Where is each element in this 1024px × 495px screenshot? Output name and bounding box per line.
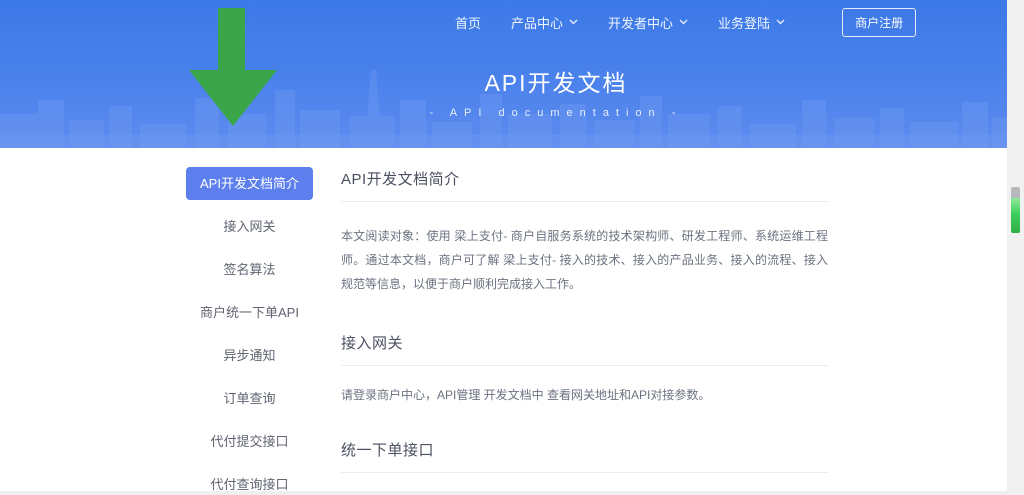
chevron-down-icon bbox=[569, 19, 578, 25]
nav-item-label: 产品中心 bbox=[511, 13, 563, 32]
sidebar-item-unified-order[interactable]: 商户统一下单API bbox=[186, 306, 313, 319]
intro-paragraph: 本文阅读对象：使用 梁上支付- 商户自服务系统的技术架构师、研发工程师、系统运维… bbox=[341, 224, 828, 296]
scrollbar-thumb[interactable] bbox=[1011, 187, 1020, 233]
scrollbar-thumb-green-indicator bbox=[1011, 198, 1020, 233]
nav-item-label: 开发者中心 bbox=[608, 13, 673, 32]
api-doc-page: 首页 产品中心 开发者中心 业务登陆 商户注册 bbox=[0, 0, 1024, 495]
scrollbar-track[interactable] bbox=[1007, 0, 1024, 495]
nav-item-label: 首页 bbox=[455, 13, 481, 32]
divider bbox=[341, 365, 828, 366]
nav-item-developer-center[interactable]: 开发者中心 bbox=[593, 13, 703, 32]
nav-item-label: 业务登陆 bbox=[718, 13, 770, 32]
nav-item-business-login[interactable]: 业务登陆 bbox=[703, 13, 800, 32]
doc-content: API开发文档简介 本文阅读对象：使用 梁上支付- 商户自服务系统的技术架构师、… bbox=[341, 148, 828, 495]
sidebar-item-order-query[interactable]: 订单查询 bbox=[186, 392, 313, 405]
download-arrow-icon bbox=[186, 0, 281, 130]
section-heading-unified-order: 统一下单接口 bbox=[341, 439, 828, 460]
sidebar-item-gateway[interactable]: 接入网关 bbox=[186, 220, 313, 233]
sidebar-item-sign-algorithm[interactable]: 签名算法 bbox=[186, 263, 313, 276]
section-heading-gateway: 接入网关 bbox=[341, 332, 828, 353]
top-navigation: 首页 产品中心 开发者中心 业务登陆 商户注册 bbox=[440, 9, 916, 35]
sidebar-item-payout-submit[interactable]: 代付提交接口 bbox=[186, 435, 313, 448]
sidebar-item-payout-query[interactable]: 代付查询接口 bbox=[186, 478, 313, 491]
nav-item-products[interactable]: 产品中心 bbox=[496, 13, 593, 32]
section-heading-intro: API开发文档简介 bbox=[341, 168, 828, 189]
sidebar-menu: 接入网关 签名算法 商户统一下单API 异步通知 订单查询 代付提交接口 代付查… bbox=[186, 220, 313, 491]
divider bbox=[341, 472, 828, 473]
sidebar-item-api-doc-intro[interactable]: API开发文档简介 bbox=[186, 167, 313, 200]
hero-text-block: API开发文档 - API documentation - bbox=[0, 64, 1024, 119]
scrollbar-thumb-top bbox=[1011, 187, 1020, 198]
nav-item-home[interactable]: 首页 bbox=[440, 13, 496, 32]
gateway-paragraph: 请登录商户中心，API管理 开发文档中 查看网关地址和API对接参数。 bbox=[341, 386, 828, 404]
hero-banner: 首页 产品中心 开发者中心 业务登陆 商户注册 bbox=[0, 0, 1024, 148]
bottom-edge-strip bbox=[0, 491, 1007, 495]
sidebar-item-async-notify[interactable]: 异步通知 bbox=[186, 349, 313, 362]
divider bbox=[341, 201, 828, 202]
doc-sidebar: API开发文档简介 接入网关 签名算法 商户统一下单API 异步通知 订单查询 … bbox=[186, 167, 313, 491]
merchant-register-button[interactable]: 商户注册 bbox=[842, 8, 916, 37]
chevron-down-icon bbox=[679, 19, 688, 25]
chevron-down-icon bbox=[776, 19, 785, 25]
